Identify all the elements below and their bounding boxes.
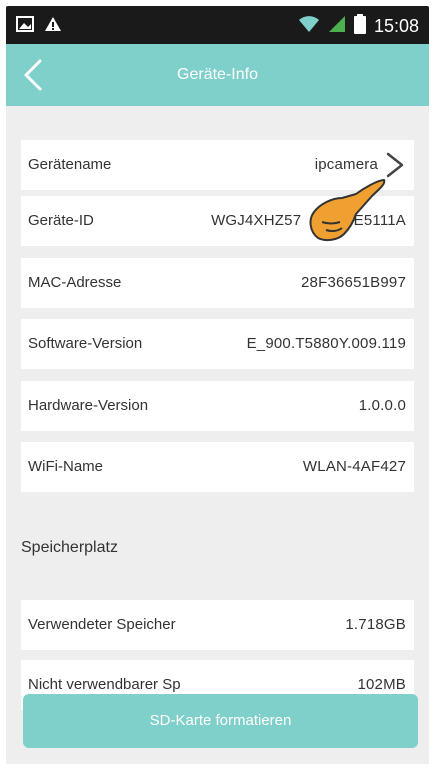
row-label: Geräte-ID bbox=[28, 212, 94, 229]
wifi-name-row: WiFi-Name WLAN-4AF427 bbox=[21, 442, 414, 492]
row-label: MAC-Adresse bbox=[28, 274, 122, 291]
row-label: WiFi-Name bbox=[28, 458, 103, 475]
row-value: E_900.T5880Y.009.119 bbox=[246, 335, 406, 352]
row-label: Verwendeter Speicher bbox=[28, 616, 176, 633]
hardware-version-row: Hardware-Version 1.0.0.0 bbox=[21, 381, 414, 431]
phone-screen: 15:08 Geräte-Info Gerätename ipcamera Ge… bbox=[6, 6, 429, 764]
storage-section-title: Speicherplatz bbox=[21, 539, 118, 556]
row-value: 1.718GB bbox=[345, 616, 406, 633]
format-sd-card-button[interactable]: SD-Karte formatieren bbox=[23, 694, 418, 748]
signal-icon bbox=[328, 15, 346, 38]
battery-icon bbox=[353, 14, 366, 39]
row-label: Gerätename bbox=[28, 156, 112, 173]
warning-icon bbox=[44, 16, 62, 37]
image-icon bbox=[16, 16, 34, 37]
row-label: Software-Version bbox=[28, 335, 143, 352]
chevron-right-icon bbox=[386, 152, 404, 178]
wifi-icon bbox=[298, 15, 320, 38]
software-version-row: Software-Version E_900.T5880Y.009.119 bbox=[21, 319, 414, 369]
used-storage-row: Verwendeter Speicher 1.718GB bbox=[21, 600, 414, 650]
page-title: Geräte-Info bbox=[177, 66, 258, 83]
row-label: Hardware-Version bbox=[28, 397, 149, 414]
app-header: Geräte-Info bbox=[6, 44, 429, 106]
pointing-hand-icon bbox=[309, 179, 386, 242]
status-bar: 15:08 bbox=[6, 6, 429, 44]
status-time: 15:08 bbox=[373, 16, 419, 36]
mac-address-row: MAC-Adresse 28F36651B997 bbox=[21, 258, 414, 308]
row-value: 28F36651B997 bbox=[301, 274, 406, 291]
row-value: WLAN-4AF427 bbox=[302, 458, 406, 475]
row-value: 1.0.0.0 bbox=[358, 397, 406, 414]
